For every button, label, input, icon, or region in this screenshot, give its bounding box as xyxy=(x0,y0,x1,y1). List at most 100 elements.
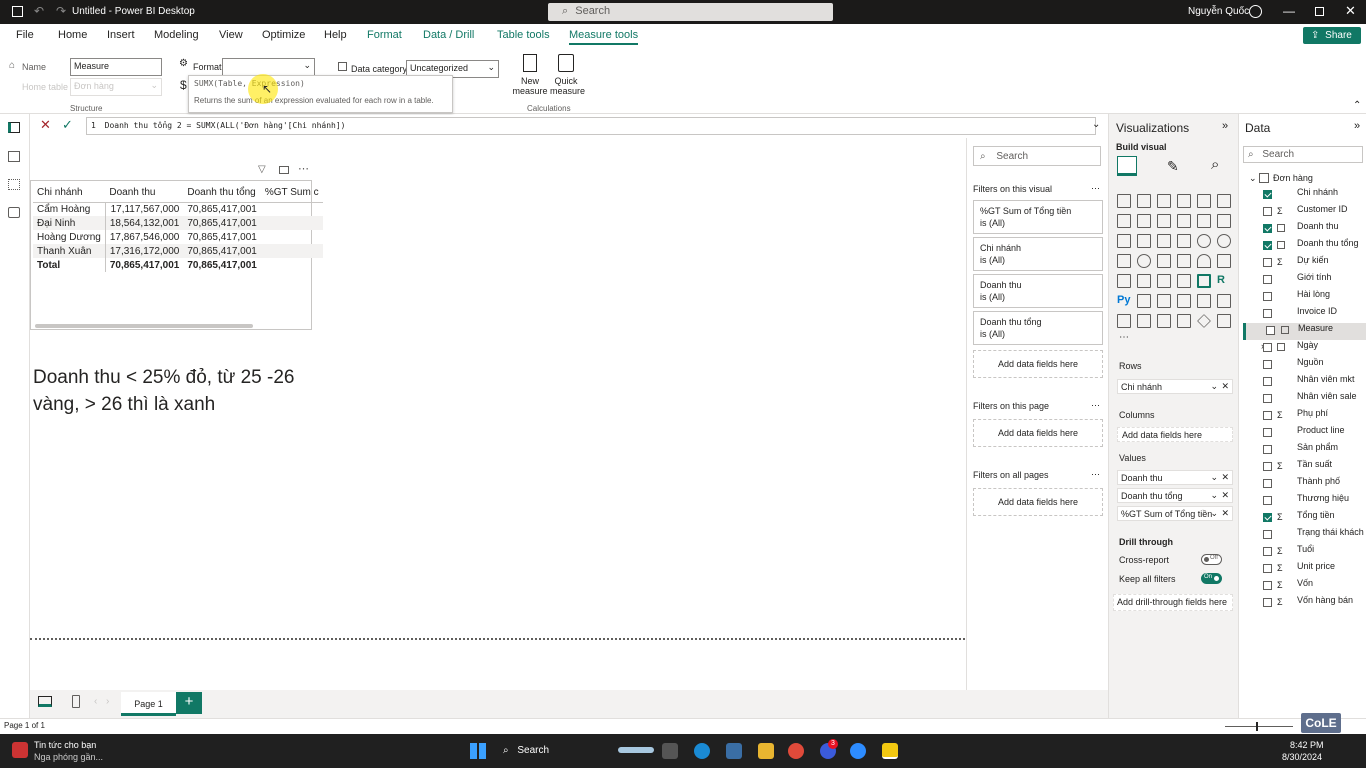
key-influencers-icon[interactable] xyxy=(1137,294,1151,308)
commit-formula-icon[interactable]: ✓ xyxy=(62,117,73,133)
focus-mode-icon[interactable] xyxy=(279,166,289,174)
matrix-visual[interactable]: Chi nhánh Doanh thu Doanh thu tổng %GT S… xyxy=(30,180,323,330)
tab-file[interactable]: File xyxy=(16,29,34,41)
home-table-select[interactable]: Đơn hàng ⌄ xyxy=(70,78,162,96)
goals-icon[interactable] xyxy=(1217,294,1231,308)
chevron-down-icon[interactable]: ⌄ xyxy=(1210,381,1218,392)
field-item-nhan-vien-sale[interactable]: Nhân viên sale xyxy=(1263,391,1357,408)
values-field-pill[interactable]: Doanh thu ⌄ ✕ xyxy=(1117,470,1233,485)
field-item-nguon[interactable]: Nguồn xyxy=(1263,357,1324,374)
page-tab-page-1[interactable]: Page 1 xyxy=(121,692,176,716)
more-options-icon[interactable]: ⋯ xyxy=(298,162,309,175)
100-stacked-area-chart-icon[interactable] xyxy=(1177,214,1191,228)
paginated-report-icon[interactable] xyxy=(1117,314,1131,328)
clustered-column-chart-icon[interactable] xyxy=(1177,194,1191,208)
field-item-nhan-vien-mkt[interactable]: Nhân viên mkt xyxy=(1263,374,1355,391)
table-row[interactable]: Đại Ninh 18,564,132,001 70,865,417,001 xyxy=(33,216,323,230)
remove-field-icon[interactable]: ✕ xyxy=(1221,381,1229,392)
field-item-measure[interactable]: Measure xyxy=(1243,323,1366,340)
azure-map-icon[interactable] xyxy=(1177,254,1191,268)
report-canvas[interactable]: ▽ ⋯ Chi nhánh Doanh thu Doanh thu tổng %… xyxy=(30,138,965,640)
tab-format[interactable]: Format xyxy=(367,29,402,41)
clock-time[interactable]: 8:42 PM xyxy=(1290,740,1324,750)
filter-icon[interactable]: ▽ xyxy=(258,164,266,175)
power-bi-icon[interactable] xyxy=(882,743,898,759)
chevron-down-icon[interactable]: ⌄ xyxy=(1249,173,1257,184)
app-icon[interactable] xyxy=(12,6,23,17)
filled-map-icon[interactable] xyxy=(1157,254,1171,268)
field-checkbox[interactable] xyxy=(1263,377,1272,386)
arcgis-icon[interactable] xyxy=(1177,314,1191,328)
rows-field-pill[interactable]: Chi nhánh ⌄ ✕ xyxy=(1117,379,1233,394)
100-stacked-column-chart-icon[interactable] xyxy=(1217,194,1231,208)
user-avatar-icon[interactable] xyxy=(1249,5,1262,18)
header-gt-sum[interactable]: %GT Sum c xyxy=(261,184,323,202)
gauge-icon[interactable] xyxy=(1197,254,1211,268)
field-item-customer-id[interactable]: Σ Customer ID xyxy=(1263,204,1348,221)
treemap-icon[interactable] xyxy=(1117,254,1131,268)
field-checkbox[interactable] xyxy=(1263,258,1272,267)
chevron-down-icon[interactable]: ⌄ xyxy=(1210,472,1218,483)
tab-insert[interactable]: Insert xyxy=(107,29,135,41)
clustered-bar-chart-icon[interactable] xyxy=(1157,194,1171,208)
power-automate-icon[interactable] xyxy=(1157,314,1171,328)
minimize-icon[interactable]: — xyxy=(1283,4,1295,18)
maximize-icon[interactable] xyxy=(1315,7,1324,16)
field-checkbox[interactable] xyxy=(1263,564,1272,573)
chevrons-visual-icon[interactable] xyxy=(1217,314,1231,328)
field-checkbox[interactable] xyxy=(1263,241,1272,250)
field-checkbox[interactable] xyxy=(1263,581,1272,590)
collapse-pane-icon[interactable]: » xyxy=(1354,120,1360,132)
diamond-visual-icon[interactable] xyxy=(1197,314,1211,328)
chevron-down-icon[interactable]: ⌄ xyxy=(1210,490,1218,501)
line-clustered-column-chart-icon[interactable] xyxy=(1217,214,1231,228)
formula-input[interactable]: 1 Doanh thu tổng 2 = SUMX(ALL('Đơn hàng'… xyxy=(86,117,1096,135)
remove-field-icon[interactable]: ✕ xyxy=(1221,508,1229,519)
power-apps-icon[interactable] xyxy=(1137,314,1151,328)
horizontal-scrollbar[interactable] xyxy=(35,324,253,328)
field-item-ngay[interactable]: ›Ngày xyxy=(1261,340,1318,357)
add-all-pages-filter-drop[interactable]: Add data fields here xyxy=(973,488,1103,516)
donut-chart-icon[interactable] xyxy=(1217,234,1231,248)
cancel-formula-icon[interactable]: ✕ xyxy=(40,117,51,133)
zoom-icon[interactable] xyxy=(850,743,866,759)
tab-home[interactable]: Home xyxy=(58,29,87,41)
report-view-icon[interactable] xyxy=(8,122,20,133)
windows-start-icon[interactable] xyxy=(470,743,486,759)
currency-icon[interactable]: $ xyxy=(180,78,187,92)
field-checkbox[interactable] xyxy=(1263,547,1272,556)
build-visual-icon[interactable] xyxy=(1117,156,1137,176)
tab-measure-tools[interactable]: Measure tools xyxy=(569,29,639,45)
values-field-pill[interactable]: Doanh thu tổng ⌄ ✕ xyxy=(1117,488,1233,503)
remove-field-icon[interactable]: ✕ xyxy=(1221,490,1229,501)
field-checkbox[interactable] xyxy=(1263,224,1272,233)
field-checkbox[interactable] xyxy=(1263,496,1272,505)
map-icon[interactable] xyxy=(1137,254,1151,268)
desktop-layout-icon[interactable] xyxy=(38,696,52,707)
more-visuals-icon[interactable]: ⋯ xyxy=(1119,332,1129,343)
share-button[interactable]: ⇪ Share xyxy=(1303,27,1361,44)
collapse-pane-icon[interactable]: » xyxy=(1222,120,1228,132)
field-checkbox[interactable] xyxy=(1263,309,1272,318)
field-item-unit-price[interactable]: Σ Unit price xyxy=(1263,561,1335,578)
field-checkbox[interactable] xyxy=(1263,207,1272,216)
scatter-chart-icon[interactable] xyxy=(1177,234,1191,248)
tab-view[interactable]: View xyxy=(219,29,243,41)
prev-page-icon[interactable]: ‹ xyxy=(94,696,97,707)
filter-card[interactable]: Doanh thu is (All) xyxy=(973,274,1103,308)
field-item-chi-nhanh[interactable]: Chi nhánh xyxy=(1263,187,1338,204)
mobile-layout-icon[interactable] xyxy=(72,695,80,708)
field-item-du-kien[interactable]: Σ Dự kiến xyxy=(1263,255,1329,272)
analytics-icon[interactable]: ⌕ xyxy=(1211,156,1219,173)
r-visual-icon[interactable]: R xyxy=(1217,274,1231,288)
note-text-box[interactable]: Doanh thu < 25% đỏ, từ 25 -26 vàng, > 26… xyxy=(33,364,294,418)
filter-card[interactable]: %GT Sum of Tổng tiền is (All) xyxy=(973,200,1103,234)
collapse-ribbon-icon[interactable]: ⌃ xyxy=(1353,100,1361,111)
card-icon[interactable] xyxy=(1217,254,1231,268)
name-input[interactable]: Measure xyxy=(70,58,162,76)
decomposition-tree-icon[interactable] xyxy=(1157,294,1171,308)
field-checkbox[interactable] xyxy=(1263,513,1272,522)
field-checkbox[interactable] xyxy=(1263,428,1272,437)
filter-card[interactable]: Doanh thu tổng is (All) xyxy=(973,311,1103,345)
table-row[interactable]: Hoàng Dương 17,867,546,000 70,865,417,00… xyxy=(33,230,323,244)
